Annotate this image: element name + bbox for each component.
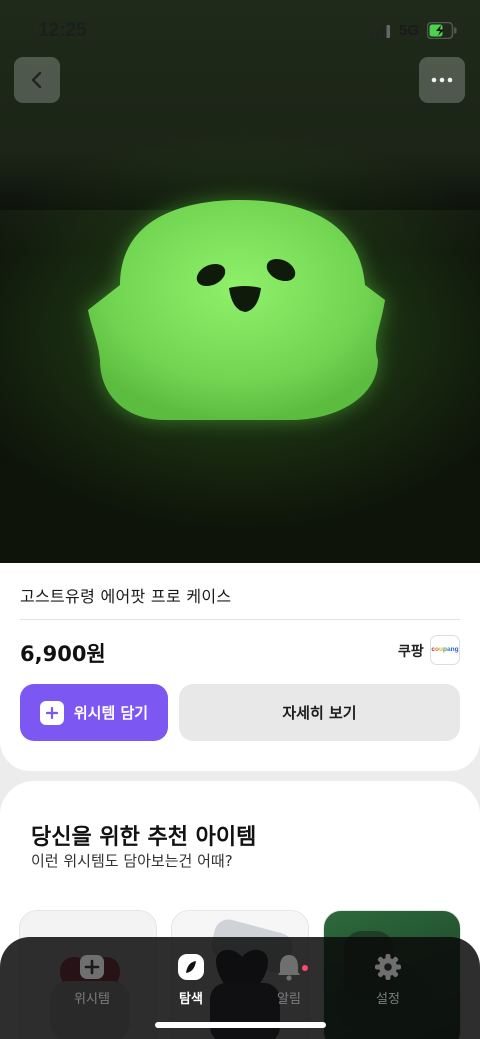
product-image: 12:25 5G (0, 0, 480, 564)
bell-icon (275, 953, 303, 981)
plus-square-icon (78, 953, 106, 981)
tab-wishitem[interactable]: 위시템 (50, 953, 134, 1013)
product-info-card: 고스트유령 에어팟 프로 케이스 6,900원 쿠팡 coupang 위시템 담… (0, 563, 480, 771)
recommendations-subtitle: 이런 위시템도 담아보는건 어때? (31, 852, 233, 870)
notification-badge (302, 965, 308, 971)
tab-settings[interactable]: 설정 (346, 953, 430, 1013)
detail-button-label: 자세히 보기 (282, 704, 357, 722)
view-details-button[interactable]: 자세히 보기 (179, 684, 460, 741)
tab-alerts[interactable]: 알림 (247, 953, 331, 1013)
battery-charging-icon (427, 22, 457, 39)
tab-label: 위시템 (74, 992, 110, 1007)
wish-button-label: 위시템 담기 (73, 704, 149, 722)
tab-label: 탐색 (179, 992, 203, 1007)
chevron-left-icon (31, 71, 42, 89)
tab-label: 알림 (277, 992, 301, 1007)
more-button[interactable] (419, 57, 465, 103)
ghost-case-image (88, 200, 385, 420)
tab-label: 설정 (376, 992, 400, 1007)
recommendations-title: 당신을 위한 추천 아이템 (31, 825, 257, 850)
divider (20, 619, 460, 620)
status-time: 12:25 (38, 20, 87, 41)
gear-icon (374, 953, 402, 981)
add-to-wishlist-button[interactable]: 위시템 담기 (20, 684, 168, 741)
store-logo[interactable]: coupang (430, 635, 460, 665)
store-name[interactable]: 쿠팡 (398, 641, 424, 661)
plus-icon (39, 700, 64, 725)
product-price: 6,900원 (20, 642, 106, 666)
product-title: 고스트유령 에어팟 프로 케이스 (20, 587, 232, 606)
compass-icon (177, 953, 205, 981)
status-bar: 12:25 5G (0, 0, 480, 60)
tab-explore[interactable]: 탐색 (149, 953, 233, 1013)
home-indicator (155, 1022, 326, 1028)
more-horizontal-icon (431, 77, 453, 83)
network-label: 5G (399, 22, 420, 39)
back-button[interactable] (14, 57, 60, 103)
signal-icon (370, 25, 390, 38)
